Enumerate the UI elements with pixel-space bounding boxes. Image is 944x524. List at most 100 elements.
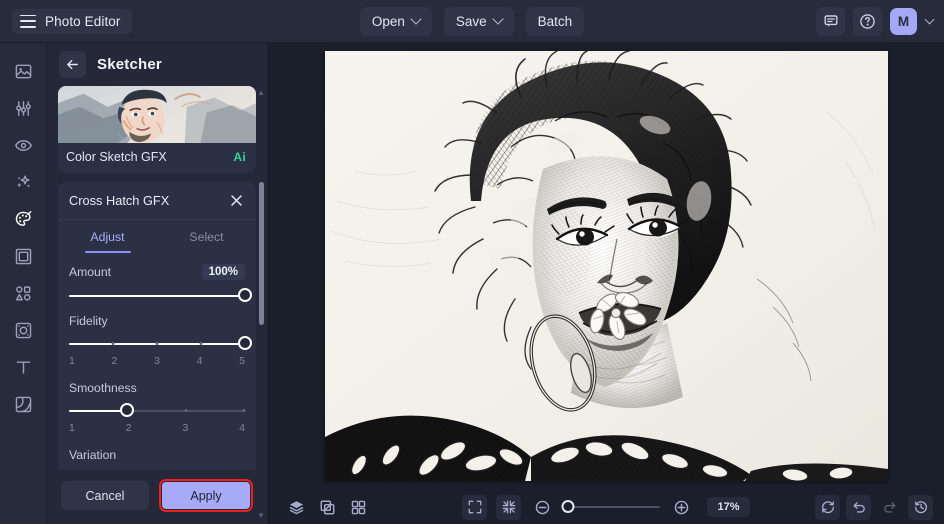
app-menu-button[interactable]: Photo Editor xyxy=(12,8,132,34)
cancel-button[interactable]: Cancel xyxy=(61,481,149,510)
sparkles-icon xyxy=(16,175,30,187)
apply-button-highlight: Apply xyxy=(159,479,253,512)
zoom-slider[interactable] xyxy=(561,500,661,513)
avatar-chevron-down-icon[interactable] xyxy=(924,14,935,24)
back-button[interactable] xyxy=(59,51,86,78)
slider-amount[interactable] xyxy=(69,288,252,302)
layers-button[interactable] xyxy=(284,495,309,520)
save-button[interactable]: Save xyxy=(443,6,514,36)
collapse-button[interactable] xyxy=(496,494,522,520)
frame-icon xyxy=(15,248,31,264)
batch-label: Batch xyxy=(537,13,573,29)
control-fidelity-header: Fidelity xyxy=(69,314,245,328)
chevron-down-icon xyxy=(410,13,422,25)
preset-card-color-sketch[interactable]: Color Sketch GFX Ai xyxy=(58,86,256,173)
slider-smoothness[interactable] xyxy=(69,403,246,417)
close-icon[interactable] xyxy=(229,193,244,208)
effect-header[interactable]: Cross Hatch GFX xyxy=(58,182,256,219)
scroll-down-icon[interactable]: ▼ xyxy=(257,511,265,520)
panel-scrollbar-thumb[interactable] xyxy=(259,182,264,325)
fit-screen-icon xyxy=(468,500,482,514)
canvas-stage: 17% xyxy=(268,43,944,524)
panel-scroll-body: Color Sketch GFX Ai Cross Hatch GFX Adju… xyxy=(47,86,267,470)
preset-name: Color Sketch GFX xyxy=(66,150,167,164)
zoom-out-icon xyxy=(536,500,550,514)
effects-panel: Sketcher Color Sketch GFX Ai Cross Hatch… xyxy=(47,43,268,524)
ai-badge: Ai xyxy=(233,150,246,164)
app-body: Sketcher Color Sketch GFX Ai Cross Hatch… xyxy=(0,43,944,524)
sidebar-item-text[interactable] xyxy=(5,349,41,385)
sketch-portrait xyxy=(324,51,888,481)
help-button[interactable] xyxy=(853,6,882,36)
effect-tabs: Adjust Select xyxy=(58,219,256,253)
sidebar-item-overlay[interactable] xyxy=(5,386,41,422)
feedback-button[interactable] xyxy=(816,6,845,36)
sidebar-item-artistic[interactable] xyxy=(5,201,41,237)
panel-action-bar: Cancel Apply xyxy=(47,470,267,524)
scale-tick: 3 xyxy=(182,422,189,434)
sidebar-item-image[interactable] xyxy=(5,53,41,89)
zoom-level[interactable]: 17% xyxy=(707,497,750,517)
artboard-image[interactable] xyxy=(324,51,888,481)
undo-button[interactable] xyxy=(846,494,871,520)
slider-fidelity[interactable] xyxy=(69,336,252,350)
control-variation-label: Variation xyxy=(69,448,117,462)
canvas-area[interactable] xyxy=(268,43,944,490)
tool-rail xyxy=(0,43,47,524)
scale-tick: 2 xyxy=(111,355,118,367)
bottom-left-tools xyxy=(284,495,371,520)
scroll-up-icon[interactable]: ▲ xyxy=(257,88,265,97)
overlay-icon xyxy=(15,396,31,412)
bottom-toolbar: 17% xyxy=(268,490,944,524)
history-button[interactable] xyxy=(908,494,933,520)
top-center-actions: Open Save Batch xyxy=(0,0,944,42)
fit-screen-button[interactable] xyxy=(462,494,488,520)
chevron-down-icon xyxy=(491,13,504,25)
effect-card-cross-hatch: Cross Hatch GFX Adjust Select Amount 100… xyxy=(58,182,256,470)
zoom-out-button[interactable] xyxy=(530,495,555,520)
sidebar-item-retouch[interactable] xyxy=(5,127,41,163)
zoom-in-button[interactable] xyxy=(669,495,694,520)
slider-thumb[interactable] xyxy=(238,336,252,350)
sidebar-item-focus[interactable] xyxy=(5,312,41,348)
slider-fidelity-scale: 1 2 3 4 5 xyxy=(69,355,245,367)
arrow-left-icon xyxy=(67,59,78,70)
scale-tick: 1 xyxy=(69,355,75,367)
tab-adjust[interactable]: Adjust xyxy=(58,220,157,253)
control-variation-header: Variation xyxy=(69,448,245,462)
open-button[interactable]: Open xyxy=(359,6,432,36)
sidebar-item-ai-effects[interactable] xyxy=(5,164,41,200)
control-amount-header: Amount 100% xyxy=(69,264,245,280)
grid-button[interactable] xyxy=(346,495,371,520)
apply-button[interactable]: Apply xyxy=(162,482,250,509)
bottom-right-tools xyxy=(815,494,933,520)
slider-thumb[interactable] xyxy=(238,288,252,302)
text-icon xyxy=(16,360,30,374)
slider-thumb[interactable] xyxy=(120,403,135,417)
scale-tick: 4 xyxy=(239,422,245,434)
reset-button[interactable] xyxy=(815,494,840,520)
sidebar-item-adjust[interactable] xyxy=(5,90,41,126)
batch-button[interactable]: Batch xyxy=(525,6,585,36)
scale-tick: 5 xyxy=(239,355,245,367)
top-right-actions: M xyxy=(816,6,935,36)
scale-tick: 4 xyxy=(196,355,203,367)
scale-tick: 2 xyxy=(125,422,132,434)
redo-button[interactable] xyxy=(877,495,902,520)
tab-select[interactable]: Select xyxy=(157,220,256,253)
panel-scrollbar[interactable] xyxy=(259,88,264,506)
slider-fill xyxy=(69,409,128,412)
control-fidelity-label: Fidelity xyxy=(69,314,108,328)
control-amount-value: 100% xyxy=(201,264,245,280)
zoom-slider-thumb[interactable] xyxy=(561,500,575,513)
control-amount: Amount 100% xyxy=(69,264,252,302)
sidebar-item-frame[interactable] xyxy=(5,238,41,274)
palette-icon xyxy=(15,210,31,226)
image-icon xyxy=(15,64,31,78)
avatar[interactable]: M xyxy=(890,7,917,35)
top-bar: Photo Editor Open Save Batch M xyxy=(0,0,944,43)
help-circle-icon xyxy=(860,13,875,29)
app-title: Photo Editor xyxy=(45,13,121,29)
compare-button[interactable] xyxy=(315,495,340,520)
sidebar-item-shapes[interactable] xyxy=(5,275,41,311)
